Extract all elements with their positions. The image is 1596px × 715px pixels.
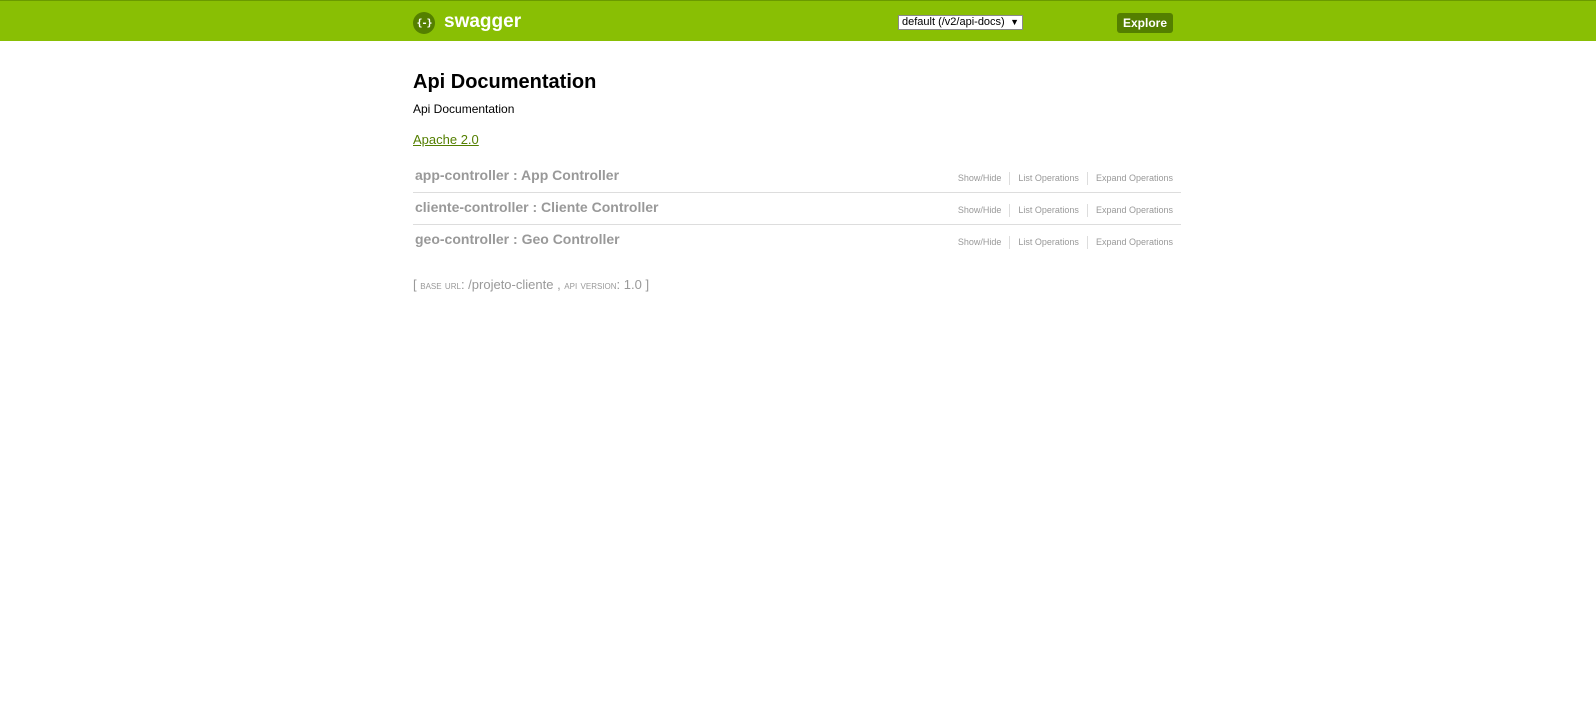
page-title: Api Documentation [413, 71, 597, 93]
show-hide-link[interactable]: Show/Hide [958, 204, 1010, 217]
dropdown-arrow-icon: ▼ [1010, 17, 1019, 27]
resource-item-cliente-controller: cliente-controller : Cliente Controller … [413, 193, 1181, 225]
base-url-value: /projeto-cliente [468, 277, 554, 292]
explore-button[interactable]: Explore [1117, 13, 1173, 33]
show-hide-link[interactable]: Show/Hide [958, 172, 1010, 185]
api-version-label: api version [564, 278, 617, 292]
resource-separator: : [509, 167, 522, 183]
expand-operations-link[interactable]: Expand Operations [1086, 204, 1173, 217]
resource-title-cliente-controller[interactable]: cliente-controller : Cliente Controller [415, 199, 659, 215]
list-operations-link[interactable]: List Operations [1009, 204, 1087, 217]
page-description: Api Documentation [413, 102, 515, 116]
api-version-value: 1.0 [623, 277, 642, 292]
resource-item-app-controller: app-controller : App Controller Show/Hid… [413, 161, 1181, 193]
resource-actions: Show/Hide List Operations Expand Operati… [958, 204, 1173, 217]
resource-actions: Show/Hide List Operations Expand Operati… [958, 172, 1173, 185]
resource-name: cliente-controller [415, 199, 529, 215]
expand-operations-link[interactable]: Expand Operations [1086, 236, 1173, 249]
swagger-logo-icon: {-} [413, 12, 435, 34]
resource-actions: Show/Hide List Operations Expand Operati… [958, 236, 1173, 249]
api-docs-select[interactable]: default (/v2/api-docs) ▼ [898, 15, 1023, 30]
resource-description: Geo Controller [521, 231, 620, 247]
api-docs-select-value: default (/v2/api-docs) [902, 16, 1005, 28]
resource-separator: : [509, 231, 522, 247]
resource-item-geo-controller: geo-controller : Geo Controller Show/Hid… [413, 225, 1181, 257]
resource-separator: : [528, 199, 542, 215]
resource-title-app-controller[interactable]: app-controller : App Controller [415, 167, 619, 183]
resource-list: app-controller : App Controller Show/Hid… [413, 161, 1181, 257]
resource-title-geo-controller[interactable]: geo-controller : Geo Controller [415, 231, 620, 247]
open-bracket: [ [413, 277, 417, 292]
show-hide-link[interactable]: Show/Hide [958, 236, 1010, 249]
main-content: Api Documentation Api Documentation Apac… [413, 70, 1181, 292]
list-operations-link[interactable]: List Operations [1009, 236, 1087, 249]
close-bracket: ] [645, 277, 650, 292]
swagger-logo-text: swagger [444, 11, 522, 32]
swagger-logo[interactable]: {-} swagger [413, 11, 522, 34]
base-url-label: base url [420, 278, 461, 292]
resource-name: geo-controller [415, 231, 510, 247]
expand-operations-link[interactable]: Expand Operations [1086, 172, 1173, 185]
resource-description: Cliente Controller [541, 199, 659, 215]
api-info-footer: [ base url: /projeto-cliente , api versi… [413, 277, 650, 292]
header-bar: {-} swagger default (/v2/api-docs) ▼ Exp… [0, 0, 1596, 41]
resource-name: app-controller [415, 167, 510, 183]
list-operations-link[interactable]: List Operations [1009, 172, 1087, 185]
license-link[interactable]: Apache 2.0 [413, 132, 479, 148]
resource-description: App Controller [521, 167, 620, 183]
